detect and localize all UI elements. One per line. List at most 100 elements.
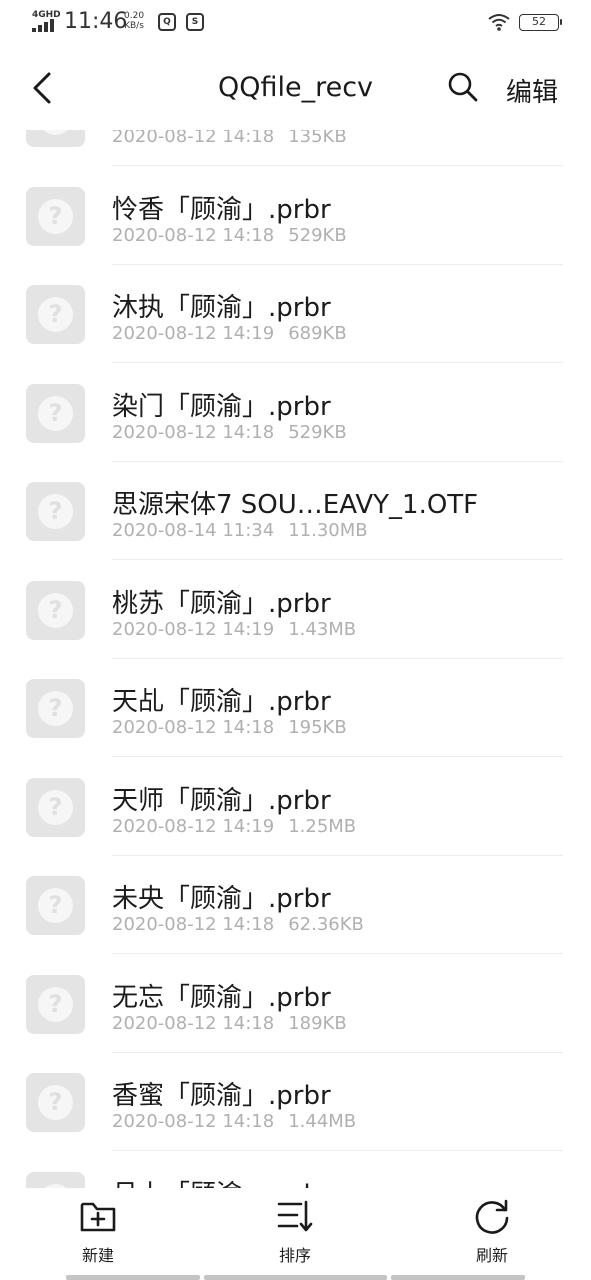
file-size: 135KB [288, 130, 347, 147]
top-app-bar: QQfile_recv 编辑 [0, 46, 591, 132]
row-divider [112, 165, 563, 166]
file-size: 529KB [288, 225, 347, 246]
unknown-file-icon: ? [26, 778, 85, 837]
file-name: 月上「顾渝」.prbr [112, 1174, 331, 1188]
file-row[interactable]: ? 沐执「顾渝」.prbr 2020-08-12 14:19 689KB [0, 265, 591, 363]
search-button[interactable] [442, 66, 484, 108]
row-divider [112, 362, 563, 363]
gesture-bar-left [66, 1275, 200, 1280]
network-speed-unit: KB/s [124, 21, 144, 31]
file-meta: 2020-08-12 14:18 529KB [112, 422, 347, 443]
sort-icon [277, 1200, 313, 1232]
file-meta: 2020-08-12 14:18 1.44MB [112, 1111, 356, 1132]
file-size: 11.30MB [288, 520, 368, 541]
file-row[interactable]: ? 香蜜「顾渝」.prbr 2020-08-12 14:18 1.44MB [0, 1053, 591, 1151]
unknown-file-icon: ? [26, 581, 85, 640]
unknown-file-icon: ? [26, 1073, 85, 1132]
file-row[interactable]: ? 天乩「顾渝」.prbr 2020-08-12 14:18 195KB [0, 659, 591, 757]
file-meta: 2020-08-12 14:18 189KB [112, 1013, 347, 1034]
screenshot-notification-icon: S [186, 13, 204, 31]
row-divider [112, 559, 563, 560]
file-date: 2020-08-12 14:18 [112, 225, 275, 246]
unknown-file-icon: ? [26, 285, 85, 344]
sort-label: 排序 [278, 1246, 311, 1265]
network-speed: 0.20 KB/s [124, 11, 144, 31]
file-meta: 2020-08-12 14:19 689KB [112, 323, 347, 344]
file-row[interactable]: ? 天师「顾渝」.prbr 2020-08-12 14:19 1.25MB [0, 758, 591, 856]
new-button[interactable]: 新建 [43, 1196, 153, 1268]
file-name: 沐执「顾渝」.prbr [112, 293, 331, 323]
file-date: 2020-08-12 14:19 [112, 619, 275, 640]
unknown-file-icon: ? [26, 975, 85, 1034]
file-name: 桃苏「顾渝」.prbr [112, 589, 331, 619]
refresh-label: 刷新 [475, 1246, 508, 1265]
status-bar: 4GHD 11:46 0.20 KB/s Q S 52 [0, 0, 591, 46]
file-date: 2020-08-12 14:18 [112, 130, 275, 147]
file-size: 689KB [288, 323, 347, 344]
file-name: 思源宋体7 SOU…EAVY_1.OTF [112, 490, 479, 520]
file-date: 2020-08-12 14:18 [112, 1111, 275, 1132]
file-meta: 2020-08-14 11:34 11.30MB [112, 520, 368, 541]
refresh-button[interactable]: 刷新 [437, 1196, 547, 1268]
network-speed-value: 0.20 [124, 11, 145, 21]
chevron-left-icon [33, 72, 51, 104]
new-label: 新建 [81, 1246, 114, 1265]
file-name: 天乩「顾渝」.prbr [112, 687, 331, 717]
file-meta: 2020-08-12 14:18 529KB [112, 225, 347, 246]
file-name: 天师「顾渝」.prbr [112, 786, 331, 816]
network-type: 4GHD [32, 10, 61, 20]
file-row[interactable]: ? 2020-08-12 14:18 135KB [0, 130, 591, 166]
unknown-file-icon: ? [26, 1172, 85, 1188]
back-button[interactable] [22, 68, 62, 108]
gesture-bar-right [391, 1275, 525, 1280]
file-size: 62.36KB [288, 914, 364, 935]
cellular-signal-icon: 4GHD [32, 10, 61, 32]
unknown-file-icon: ? [26, 482, 85, 541]
file-meta: 2020-08-12 14:19 1.25MB [112, 816, 356, 837]
new-folder-icon [80, 1202, 116, 1232]
file-date: 2020-08-12 14:19 [112, 323, 275, 344]
file-row[interactable]: ? 未央「顾渝」.prbr 2020-08-12 14:18 62.36KB [0, 856, 591, 954]
bottom-toolbar: 新建 排序 刷新 [0, 1188, 591, 1280]
unknown-file-icon: ? [26, 384, 85, 443]
gesture-bar-center [204, 1275, 387, 1280]
search-icon [448, 72, 478, 102]
unknown-file-icon: ? [26, 679, 85, 738]
file-name: 无忘「顾渝」.prbr [112, 983, 331, 1013]
edit-button[interactable]: 编辑 [506, 72, 558, 109]
file-size: 1.43MB [288, 619, 357, 640]
file-date: 2020-08-12 14:18 [112, 914, 275, 935]
file-date: 2020-08-14 11:34 [112, 520, 275, 541]
wifi-icon [488, 14, 510, 31]
file-meta: 2020-08-12 14:18 62.36KB [112, 914, 364, 935]
file-meta: 2020-08-12 14:19 1.43MB [112, 619, 356, 640]
qq-notification-icon: Q [158, 13, 176, 31]
unknown-file-icon: ? [26, 187, 85, 246]
file-name: 染门「顾渝」.prbr [112, 392, 331, 422]
file-meta: 2020-08-12 14:18 195KB [112, 717, 347, 738]
battery-icon: 52 [519, 14, 562, 31]
file-size: 1.44MB [288, 1111, 357, 1132]
unknown-file-icon: ? [26, 130, 85, 147]
file-row[interactable]: ? 思源宋体7 SOU…EAVY_1.OTF 2020-08-14 11:34 1… [0, 462, 591, 560]
file-name: 香蜜「顾渝」.prbr [112, 1081, 331, 1111]
file-date: 2020-08-12 14:18 [112, 1013, 275, 1034]
file-row[interactable]: ? 怜香「顾渝」.prbr 2020-08-12 14:18 529KB [0, 167, 591, 265]
unknown-file-icon: ? [26, 876, 85, 935]
sort-button[interactable]: 排序 [240, 1196, 350, 1268]
file-name: 未央「顾渝」.prbr [112, 884, 331, 914]
file-size: 189KB [288, 1013, 347, 1034]
file-size: 529KB [288, 422, 347, 443]
file-row[interactable]: ? 染门「顾渝」.prbr 2020-08-12 14:18 529KB [0, 364, 591, 462]
file-name: 怜香「顾渝」.prbr [112, 195, 331, 225]
status-time: 11:46 [64, 9, 128, 34]
file-row[interactable]: ? 桃苏「顾渝」.prbr 2020-08-12 14:19 1.43MB [0, 561, 591, 659]
file-row[interactable]: ? 月上「顾渝」.prbr [0, 1152, 591, 1188]
row-divider [112, 953, 563, 954]
file-size: 195KB [288, 717, 347, 738]
file-date: 2020-08-12 14:18 [112, 717, 275, 738]
row-divider [112, 756, 563, 757]
file-meta: 2020-08-12 14:18 135KB [112, 130, 347, 147]
page-title: QQfile_recv [217, 72, 374, 103]
file-row[interactable]: ? 无忘「顾渝」.prbr 2020-08-12 14:18 189KB [0, 955, 591, 1053]
